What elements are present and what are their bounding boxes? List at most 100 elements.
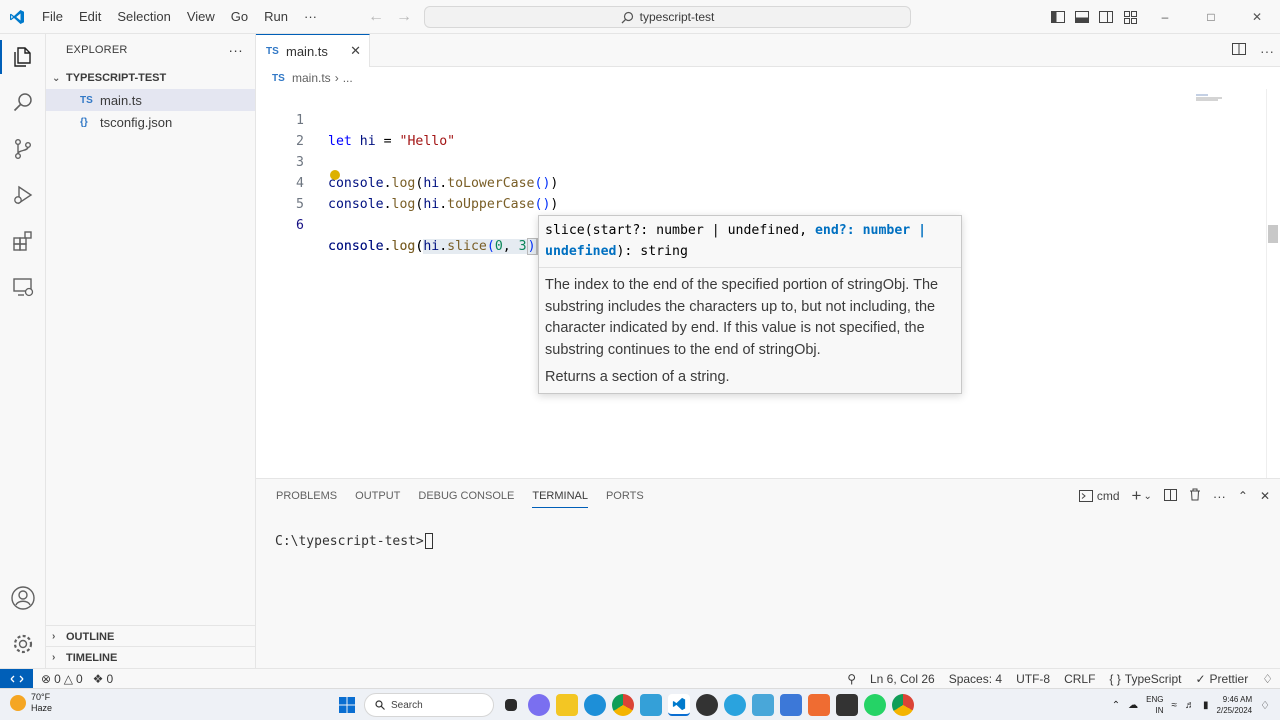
breadcrumb-file[interactable]: main.ts (292, 71, 331, 85)
chrome-icon[interactable] (612, 694, 634, 716)
minimize-button[interactable]: – (1142, 0, 1188, 34)
lightbulb-icon[interactable] (330, 170, 340, 180)
terminal-output[interactable]: C:\typescript-test> (275, 533, 433, 549)
vscode-taskbar-icon[interactable] (668, 694, 690, 716)
accounts-icon[interactable] (0, 575, 46, 621)
problems-status[interactable]: ⊗ 0 △ 0 (41, 672, 83, 686)
task-view-icon[interactable] (505, 699, 517, 711)
windows-start-icon[interactable] (336, 694, 358, 716)
code-line: 5 console.log(hi.charAt(1).toUpperCase()… (256, 170, 1196, 254)
explorer-icon[interactable] (0, 34, 46, 80)
manage-gear-icon[interactable] (0, 621, 46, 667)
weather-widget[interactable]: 70°F Haze (10, 692, 52, 714)
chrome-profile-icon[interactable] (892, 694, 914, 716)
extensions-icon[interactable] (0, 218, 46, 264)
taskbar-search[interactable]: Search (364, 693, 494, 717)
close-window-button[interactable]: ✕ (1234, 0, 1280, 34)
battery-icon[interactable]: ▮ (1203, 700, 1209, 711)
forward-arrow-icon[interactable]: → (396, 8, 412, 26)
more-actions-icon[interactable]: ··· (1213, 489, 1226, 504)
file-tsconfig-json[interactable]: {} tsconfig.json (46, 111, 255, 133)
wifi-icon[interactable]: ≈ (1172, 700, 1178, 711)
menu-more[interactable]: ··· (296, 0, 325, 34)
maximize-button[interactable]: □ (1188, 0, 1234, 34)
paren: ) (526, 238, 537, 255)
breadcrumb-symbols[interactable]: ... (343, 71, 353, 85)
end-of-line[interactable]: CRLF (1057, 669, 1102, 689)
search-view-icon[interactable] (0, 80, 46, 126)
indentation[interactable]: Spaces: 4 (942, 669, 1009, 689)
notifications-icon[interactable]: ♢ (1260, 699, 1270, 712)
menu-file[interactable]: File (34, 0, 71, 34)
calendar-icon[interactable] (780, 694, 802, 716)
line-number: 6 (296, 218, 304, 233)
menu-run[interactable]: Run (256, 0, 296, 34)
chevron-up-icon[interactable]: ⌃ (1112, 700, 1120, 711)
title-bar-controls: – □ ✕ (1046, 0, 1280, 34)
tab-ports[interactable]: PORTS (598, 479, 652, 513)
menu-edit[interactable]: Edit (71, 0, 109, 34)
trash-icon[interactable] (1189, 488, 1201, 504)
more-actions-icon[interactable]: ··· (1260, 43, 1274, 59)
outline-label: OUTLINE (66, 630, 115, 643)
file-explorer-icon[interactable] (556, 694, 578, 716)
notifications-bell-icon[interactable]: ♢ (1255, 669, 1280, 689)
minimap[interactable] (1196, 89, 1224, 101)
onedrive-icon[interactable]: ☁ (1128, 700, 1138, 711)
close-tab-icon[interactable]: ✕ (350, 43, 361, 59)
ports-status[interactable]: ❖ 0 (93, 672, 113, 686)
toggle-secondary-sidebar-icon[interactable] (1094, 0, 1118, 34)
code-editor[interactable]: 1 let hi = "Hello" 2 3 console.log(hi.to… (256, 89, 1196, 255)
tab-output[interactable]: OUTPUT (347, 479, 408, 513)
tab-problems[interactable]: PROBLEMS (268, 479, 345, 513)
toggle-primary-sidebar-icon[interactable] (1046, 0, 1070, 34)
timeline-section[interactable]: › TIMELINE (46, 646, 256, 668)
toggle-panel-icon[interactable] (1070, 0, 1094, 34)
source-control-icon[interactable] (0, 126, 46, 172)
telegram-icon[interactable] (724, 694, 746, 716)
copilot-icon[interactable] (528, 694, 550, 716)
language-indicator[interactable]: ENG IN (1146, 694, 1163, 716)
github-desktop-icon[interactable] (696, 694, 718, 716)
maximize-panel-icon[interactable]: ⌃ (1238, 489, 1248, 503)
language-mode[interactable]: { } TypeScript (1102, 669, 1188, 689)
tab-terminal[interactable]: TERMINAL (524, 479, 596, 513)
whatsapp-icon[interactable] (864, 694, 886, 716)
customize-layout-icon[interactable] (1118, 0, 1142, 34)
cursor-position[interactable]: Ln 6, Col 26 (863, 669, 942, 689)
prettier-status[interactable]: ✓ Prettier (1188, 669, 1255, 689)
menu-view[interactable]: View (179, 0, 223, 34)
identifier-hi: hi (423, 239, 440, 254)
run-debug-icon[interactable] (0, 172, 46, 218)
editor-scrollbar[interactable] (1266, 89, 1280, 478)
folder-typescript-test[interactable]: ⌄ TYPESCRIPT-TEST (46, 67, 255, 89)
menu-go[interactable]: Go (223, 0, 256, 34)
notepad-icon[interactable] (640, 694, 662, 716)
activity-bar (0, 34, 46, 668)
split-editor-icon[interactable] (1232, 43, 1246, 58)
file-main-ts[interactable]: TS main.ts (46, 89, 255, 111)
split-terminal-icon[interactable] (1163, 488, 1177, 504)
tab-main-ts[interactable]: TS main.ts ✕ (256, 34, 370, 67)
encoding[interactable]: UTF-8 (1009, 669, 1057, 689)
back-arrow-icon[interactable]: ← (368, 8, 384, 26)
new-terminal-icon[interactable]: + (1132, 486, 1142, 506)
remote-indicator-icon[interactable] (0, 668, 33, 689)
terminal-app-icon[interactable] (836, 694, 858, 716)
explorer-more-actions[interactable]: ··· (228, 42, 243, 58)
command-center-search[interactable]: typescript-test (424, 6, 911, 28)
remote-explorer-icon[interactable] (0, 264, 46, 310)
tab-debug-console[interactable]: DEBUG CONSOLE (410, 479, 522, 513)
edge-icon[interactable] (584, 694, 606, 716)
menu-selection[interactable]: Selection (109, 0, 178, 34)
close-panel-icon[interactable]: ✕ (1260, 489, 1270, 503)
breadcrumb-separator: › (334, 71, 339, 85)
zoom-icon[interactable]: ⚲ (840, 669, 863, 689)
clock[interactable]: 9:46 AM 2/25/2024 (1217, 694, 1253, 716)
postman-icon[interactable] (808, 694, 830, 716)
chevron-down-icon[interactable]: ⌄ (1143, 491, 1151, 502)
outline-section[interactable]: › OUTLINE (46, 625, 256, 647)
snipping-tool-icon[interactable] (752, 694, 774, 716)
terminal-shell-selector[interactable]: cmd (1078, 489, 1120, 503)
volume-icon[interactable]: ♬ (1185, 700, 1195, 711)
